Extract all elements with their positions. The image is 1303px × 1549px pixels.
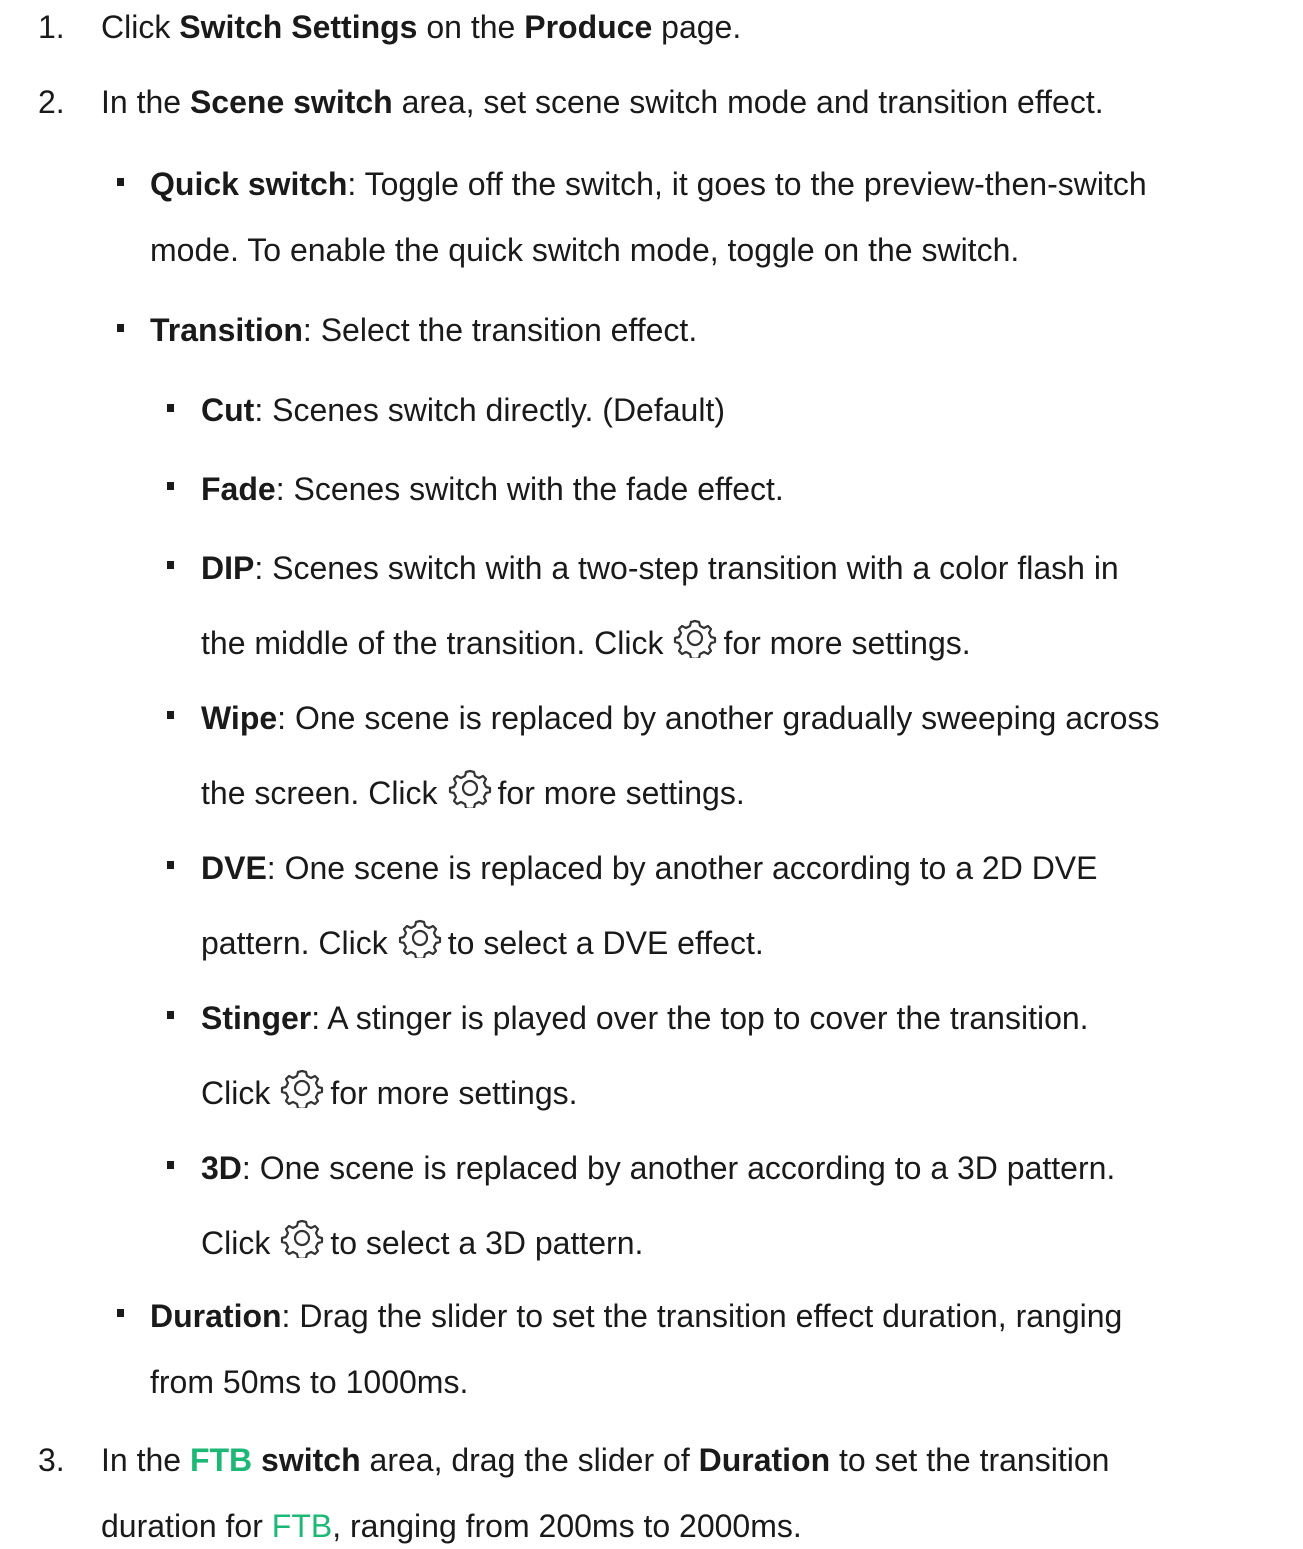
step-3-part: area, drag the slider of — [360, 1442, 699, 1478]
item-text: : One scene is replaced by another accor… — [266, 850, 1098, 886]
switch-label: switch — [252, 1442, 361, 1478]
step-3-part: to set the transition — [830, 1442, 1110, 1478]
quick-switch-item-cont: mode. To enable the quick switch mode, t… — [150, 232, 1020, 268]
ftb-link[interactable]: FTB — [190, 1442, 252, 1478]
step-3-part: , ranging from 200ms to 2000ms. — [332, 1508, 802, 1544]
step-number: 3. — [38, 1442, 65, 1478]
item-text: : Scenes switch with the fade effect. — [275, 471, 784, 507]
item-term: Quick switch — [150, 166, 348, 202]
scene-switch-label: Scene switch — [189, 84, 393, 120]
item-term: DIP — [201, 550, 255, 586]
item-text: : A stinger is played over the top to co… — [311, 1000, 1089, 1036]
item-term: Wipe — [201, 700, 278, 736]
wipe-item-cont: the screen. Click for more settings. — [201, 768, 745, 813]
item-text: : Drag the slider to set the transition … — [281, 1298, 1123, 1334]
item-term: Duration — [150, 1298, 282, 1334]
item-text: : One scene is replaced by another accor… — [241, 1150, 1116, 1186]
item-term: Fade — [201, 471, 276, 507]
produce-label: Produce — [524, 9, 653, 45]
dip-item-cont: the middle of the transition. Click for m… — [201, 618, 971, 663]
item-text: : Scenes switch with a two-step transiti… — [254, 550, 1119, 586]
step-3-text-cont: duration for FTB, ranging from 200ms to … — [101, 1506, 802, 1546]
item-text: : Select the transition effect. — [302, 312, 698, 348]
switch-settings-label: Switch Settings — [179, 9, 418, 45]
dve-item: DVE: One scene is replaced by another ac… — [201, 848, 1097, 888]
step-1-part: page. — [652, 9, 742, 45]
item-term: Stinger — [201, 1000, 312, 1036]
step-3-part: In the — [101, 1442, 190, 1478]
step-2-text: In the Scene switch area, set scene swit… — [101, 82, 1104, 122]
dve-item-cont: pattern. Click to select a DVE effect. — [201, 918, 764, 963]
item-text: : One scene is replaced by another gradu… — [277, 700, 1160, 736]
item-text: for more settings. — [330, 1075, 578, 1111]
instruction-document: 1. Click Switch Settings on the Produce … — [0, 0, 1303, 1549]
bullet — [167, 404, 174, 412]
bullet — [167, 1011, 174, 1019]
ftb-link[interactable]: FTB — [272, 1508, 332, 1544]
gear-icon — [280, 1068, 324, 1108]
gear-icon — [448, 768, 492, 808]
wipe-item: Wipe: One scene is replaced by another g… — [201, 698, 1159, 738]
duration-label: Duration — [698, 1442, 831, 1478]
item-text: Click — [201, 1225, 271, 1261]
item-text: : Toggle off the switch, it goes to the … — [347, 166, 1147, 202]
step-number: 2. — [38, 84, 65, 120]
bullet — [167, 561, 174, 569]
gear-icon — [280, 1218, 324, 1258]
item-text: Click — [201, 1075, 271, 1111]
item-text: the middle of the transition. Click — [201, 625, 664, 661]
step-number: 1. — [38, 9, 65, 45]
step-2-part: In the — [101, 84, 190, 120]
step-1-part: Click — [101, 9, 180, 45]
bullet — [117, 178, 124, 186]
duration-item: Duration: Drag the slider to set the tra… — [150, 1296, 1122, 1336]
step-2-part: area, set scene switch mode and transiti… — [392, 84, 1104, 120]
gear-icon — [673, 618, 717, 658]
item-text: for more settings. — [723, 625, 971, 661]
transition-item: Transition: Select the transition effect… — [150, 310, 697, 350]
item-text: for more settings. — [497, 775, 745, 811]
bullet — [167, 861, 174, 869]
quick-switch-item: Quick switch: Toggle off the switch, it … — [150, 164, 1147, 204]
item-term: DVE — [201, 850, 267, 886]
bullet — [167, 1161, 174, 1169]
bullet — [117, 324, 124, 332]
step-1-part: on the — [417, 9, 525, 45]
step-3-part: duration for — [101, 1508, 272, 1544]
dip-item: DIP: Scenes switch with a two-step trans… — [201, 548, 1119, 588]
gear-icon — [398, 918, 442, 958]
bullet — [117, 1309, 124, 1317]
fade-item: Fade: Scenes switch with the fade effect… — [201, 469, 784, 509]
step-1-text: Click Switch Settings on the Produce pag… — [101, 7, 741, 47]
stinger-item: Stinger: A stinger is played over the to… — [201, 998, 1089, 1038]
item-text: to select a DVE effect. — [447, 925, 764, 961]
item-text: to select a 3D pattern. — [330, 1225, 644, 1261]
cut-item: Cut: Scenes switch directly. (Default) — [201, 390, 725, 430]
threed-item: 3D: One scene is replaced by another acc… — [201, 1148, 1115, 1188]
bullet — [167, 711, 174, 719]
item-text: the screen. Click — [201, 775, 438, 811]
duration-item-cont: from 50ms to 1000ms. — [150, 1364, 469, 1400]
threed-item-cont: Click to select a 3D pattern. — [201, 1218, 643, 1263]
item-text: pattern. Click — [201, 925, 388, 961]
bullet — [167, 482, 174, 490]
item-text: : Scenes switch directly. (Default) — [254, 392, 725, 428]
item-term: Transition — [150, 312, 303, 348]
item-term: 3D — [201, 1150, 242, 1186]
stinger-item-cont: Click for more settings. — [201, 1068, 578, 1113]
item-term: Cut — [201, 392, 255, 428]
step-3-text: In the FTB switch area, drag the slider … — [101, 1440, 1109, 1480]
